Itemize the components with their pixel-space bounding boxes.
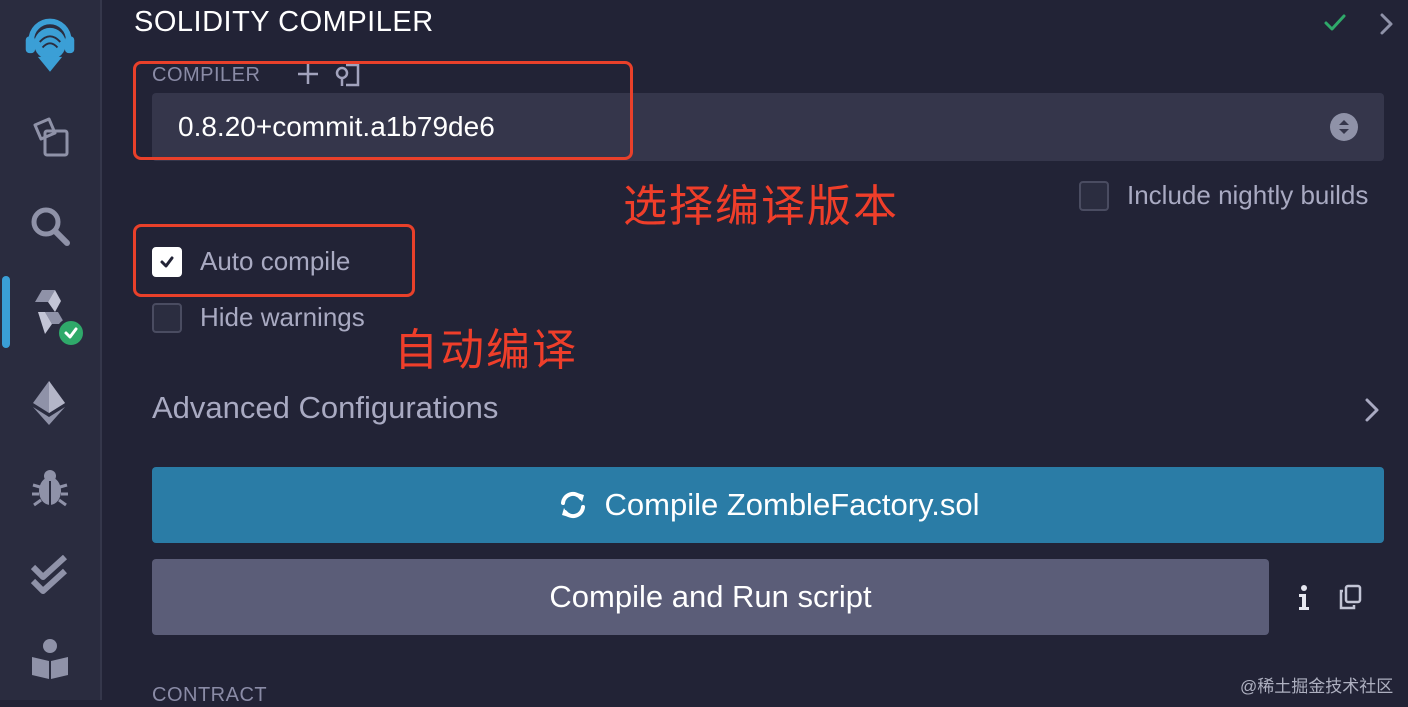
panel-title: SOLIDITY COMPILER [134, 6, 434, 38]
hide-warnings-row[interactable]: Hide warnings [152, 302, 365, 333]
icon-panel [0, 0, 102, 700]
annotation-auto-compile: 自动编译 [394, 326, 578, 375]
debugger-icon[interactable] [22, 460, 78, 516]
learneth-icon[interactable] [22, 630, 78, 686]
compile-and-run-label: Compile and Run script [549, 579, 872, 614]
check-icon [1322, 10, 1348, 41]
compile-and-run-button[interactable]: Compile and Run script [152, 559, 1269, 635]
active-indicator [2, 276, 10, 348]
advanced-configurations-toggle[interactable]: Advanced Configurations [152, 390, 498, 426]
deploy-run-icon[interactable] [22, 374, 78, 430]
watermark: @稀土掘金技术社区 [1240, 677, 1394, 696]
compiled-ok-badge [56, 318, 86, 348]
sync-icon [560, 491, 585, 519]
annotation-box-auto-compile [133, 224, 415, 297]
select-arrows-icon [1330, 113, 1358, 141]
include-nightly-label: Include nightly builds [1127, 180, 1369, 210]
remix-logo-icon[interactable] [22, 6, 78, 76]
chevron-right-icon[interactable] [1378, 12, 1396, 41]
search-icon[interactable] [22, 198, 78, 254]
hide-warnings-label: Hide warnings [200, 302, 365, 332]
annotation-select-version: 选择编译版本 [623, 182, 899, 231]
info-icon[interactable] [1294, 582, 1314, 617]
file-explorer-icon[interactable] [22, 108, 78, 164]
copy-icon[interactable] [1338, 584, 1362, 615]
compile-button-label: Compile ZombleFactory.sol [604, 487, 980, 522]
advanced-chevron-right-icon[interactable] [1362, 396, 1382, 429]
compile-button[interactable]: Compile ZombleFactory.sol [152, 467, 1384, 543]
contract-label: CONTRACT [152, 684, 268, 706]
annotation-box-compiler [133, 61, 633, 160]
include-nightly-checkbox[interactable] [1079, 180, 1109, 211]
hide-warnings-checkbox[interactable] [152, 302, 182, 333]
unit-test-icon[interactable] [22, 548, 78, 604]
include-nightly-row[interactable]: Include nightly builds [1079, 180, 1368, 211]
